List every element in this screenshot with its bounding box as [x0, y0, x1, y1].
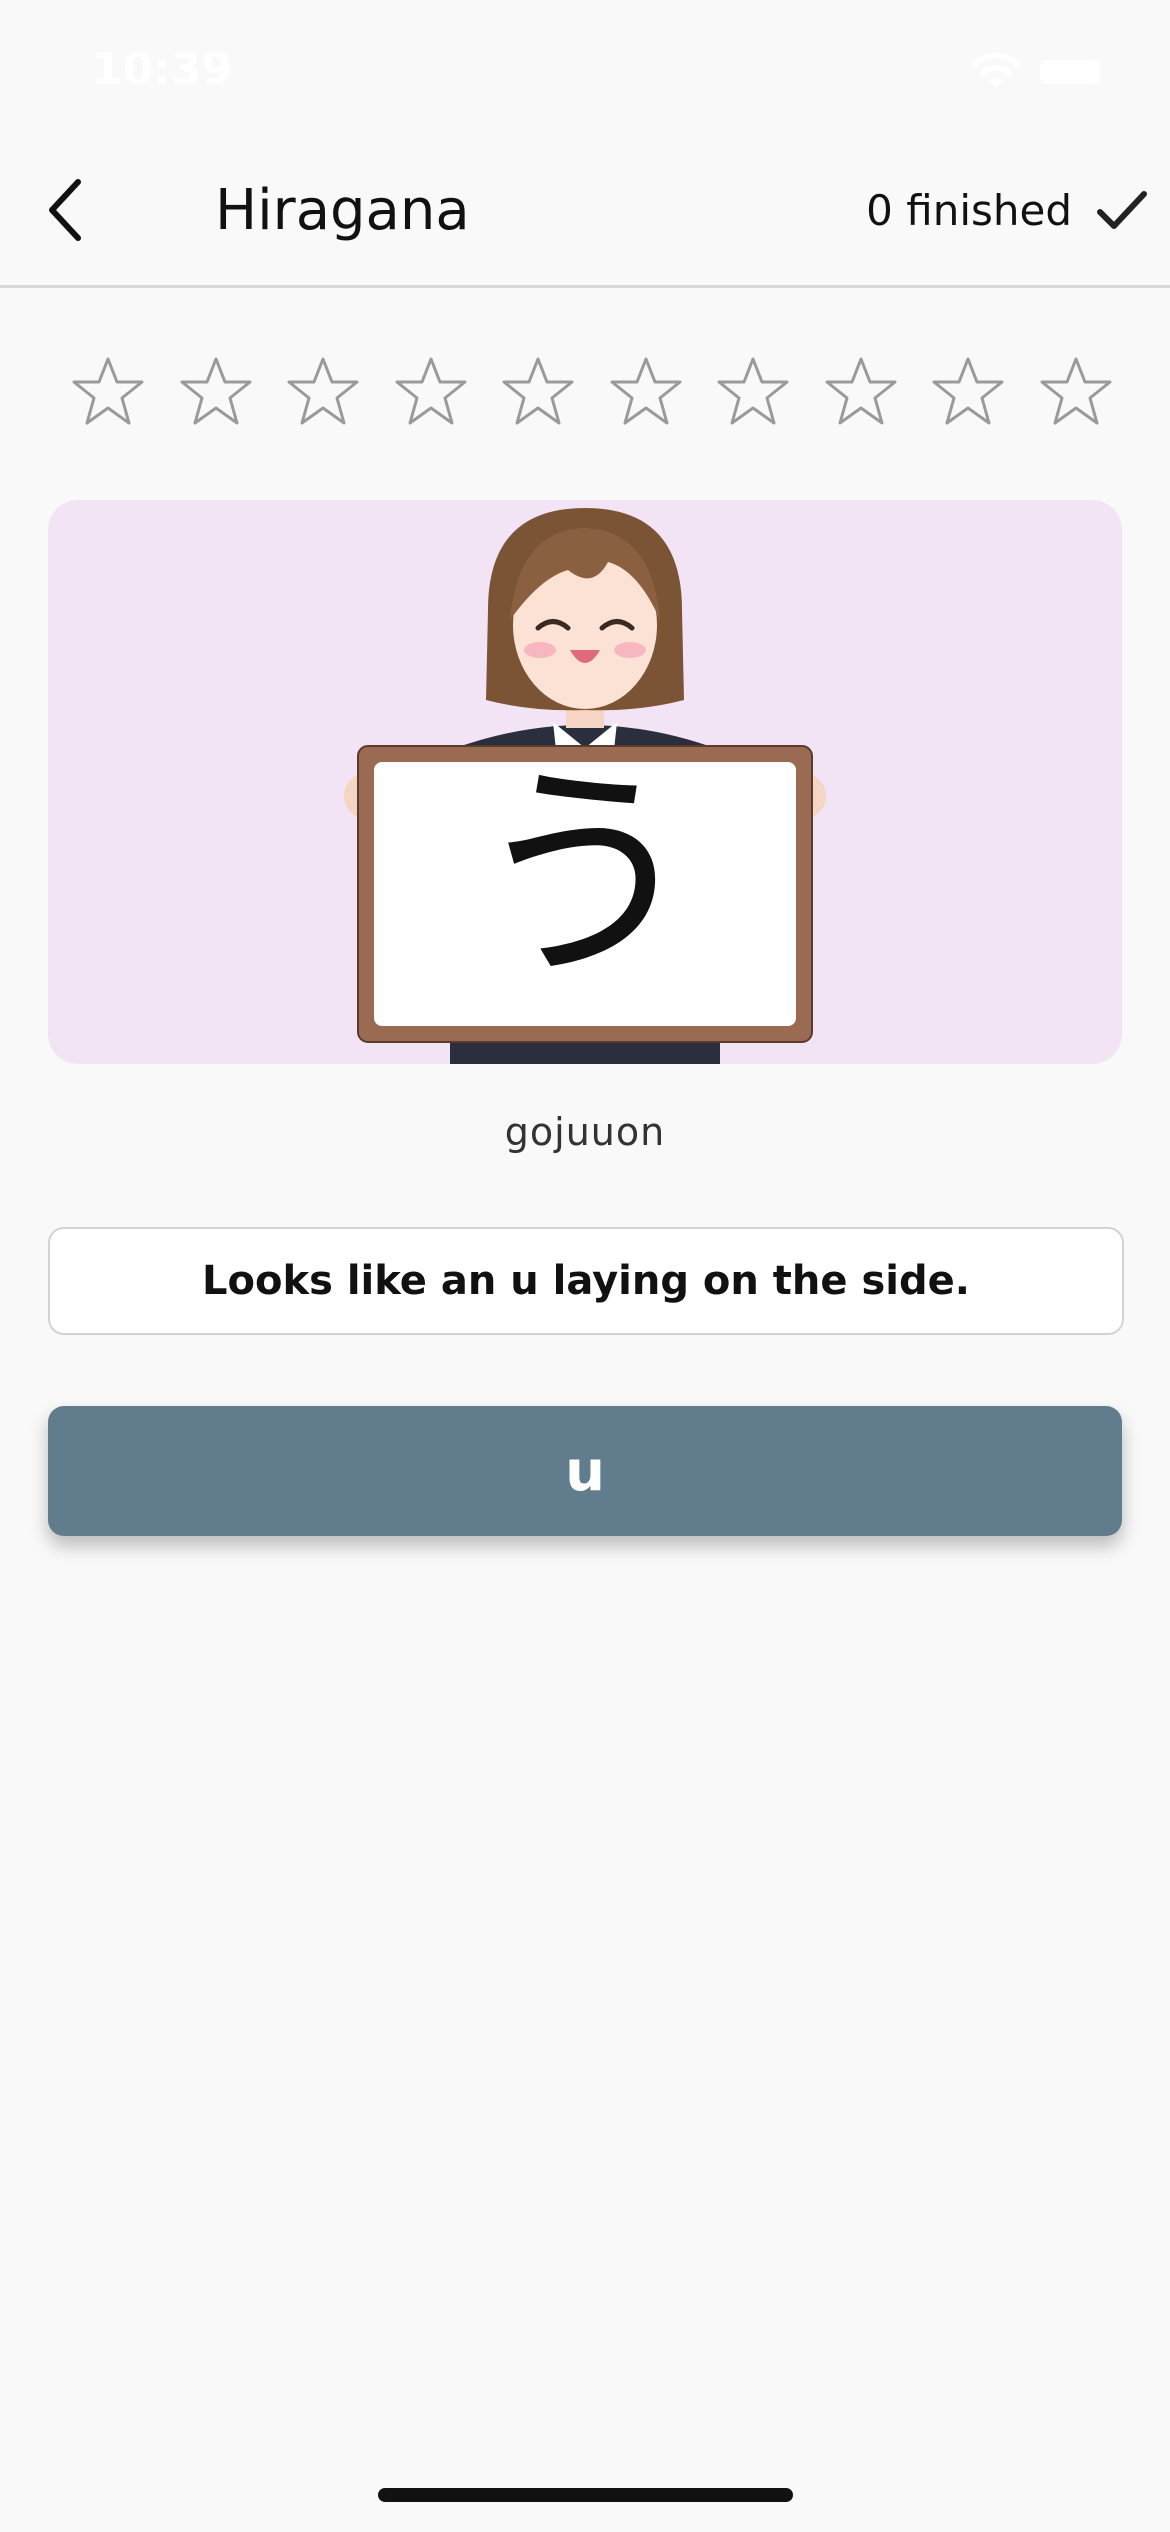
star-icon — [180, 357, 251, 425]
star-icon — [825, 357, 896, 425]
kana-group-label: gojuuon — [504, 1110, 666, 1154]
wifi-icon — [972, 52, 1020, 88]
star-icon — [287, 357, 359, 425]
back-button[interactable] — [30, 170, 110, 250]
chevron-left-icon — [49, 179, 81, 241]
home-indicator — [378, 2488, 793, 2502]
star-icon — [932, 357, 1004, 425]
battery-icon — [1040, 60, 1100, 84]
finished-count: 0 finished — [866, 185, 1072, 235]
star-icon — [610, 357, 681, 425]
star-icon — [1040, 357, 1111, 425]
status-time: 10:39 — [92, 44, 233, 95]
nav-bar: Hiragana 0 finished — [0, 140, 1170, 288]
status-bar: 10:39 — [0, 0, 1170, 140]
progress-stars — [72, 355, 1112, 435]
finished-button[interactable]: 0 finished — [866, 180, 1150, 240]
star-icon — [395, 357, 466, 425]
star-icon — [717, 357, 789, 425]
page-title: Hiragana — [215, 178, 470, 243]
status-icons — [950, 52, 1170, 92]
hint-text: Looks like an u laying on the side. — [202, 1258, 970, 1304]
checkmark-icon — [1097, 191, 1147, 229]
answer-label: u — [565, 1438, 605, 1504]
star-icon — [72, 357, 144, 425]
hint-box: Looks like an u laying on the side. — [48, 1227, 1124, 1335]
kana-character: う — [469, 743, 700, 1010]
answer-button[interactable]: u — [48, 1406, 1122, 1536]
star-icon — [502, 357, 574, 425]
